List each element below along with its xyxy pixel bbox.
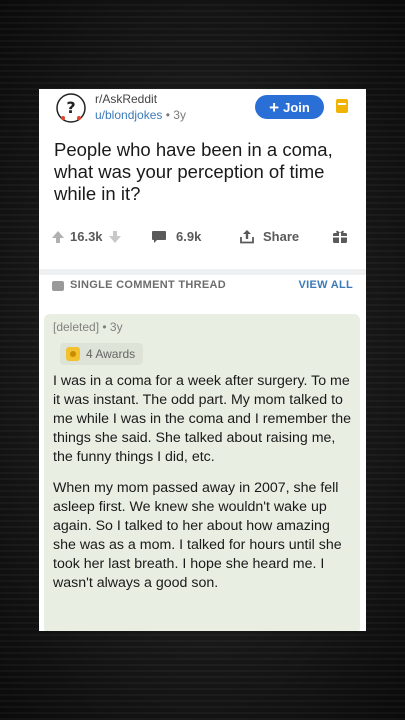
upvote-icon[interactable]: [51, 230, 65, 244]
award-icon: [66, 347, 80, 361]
vote-group: 16.3k: [51, 229, 122, 244]
thread-label: SINGLE COMMENT THREAD: [70, 279, 227, 291]
post-title[interactable]: People who have been in a coma, what was…: [54, 139, 354, 205]
comment-card: [deleted] • 3y 4 Awards I was in a coma …: [44, 314, 360, 631]
single-comment-thread-bar: SINGLE COMMENT THREAD VIEW ALL: [39, 275, 366, 305]
comment-meta: [deleted] • 3y: [53, 320, 123, 334]
share-label: Share: [263, 229, 300, 244]
add-award-button[interactable]: [332, 229, 348, 244]
comment-body: I was in a coma for a week after surgery…: [53, 372, 356, 605]
view-all-link[interactable]: VIEW ALL: [298, 279, 353, 291]
awards-badge[interactable]: 4 Awards: [60, 343, 144, 365]
comments-button[interactable]: 6.9k: [151, 229, 201, 244]
author-link[interactable]: u/blondjokes: [95, 108, 162, 122]
plus-icon: +: [269, 97, 280, 117]
post-actions-bar: 16.3k 6.9k Share: [39, 229, 366, 255]
post-author-line: u/blondjokes • 3y: [95, 108, 186, 122]
reddit-post-card: ? r/AskReddit u/blondjokes • 3y + Join P…: [39, 89, 366, 631]
gift-icon: [333, 230, 347, 243]
subreddit-avatar-icon[interactable]: ?: [55, 92, 87, 124]
comment-paragraph: When my mom passed away in 2007, she fel…: [53, 480, 342, 591]
post-age: • 3y: [165, 108, 186, 122]
downvote-icon[interactable]: [108, 230, 122, 244]
comment-bubble-icon: [152, 230, 166, 243]
upvote-count: 16.3k: [70, 229, 103, 244]
svg-text:?: ?: [66, 98, 75, 117]
join-label: Join: [283, 99, 310, 115]
comment-count: 6.9k: [176, 229, 202, 244]
comment-thread-icon: [52, 281, 64, 291]
post-header: ? r/AskReddit u/blondjokes • 3y + Join: [39, 89, 366, 129]
share-button[interactable]: Share: [239, 229, 299, 244]
comment-paragraph: I was in a coma for a week after surgery…: [53, 373, 352, 465]
bookmark-icon[interactable]: [336, 99, 348, 113]
join-button[interactable]: + Join: [255, 95, 324, 119]
share-icon: [240, 230, 254, 244]
awards-count: 4 Awards: [86, 347, 136, 361]
subreddit-name[interactable]: r/AskReddit: [95, 92, 157, 106]
